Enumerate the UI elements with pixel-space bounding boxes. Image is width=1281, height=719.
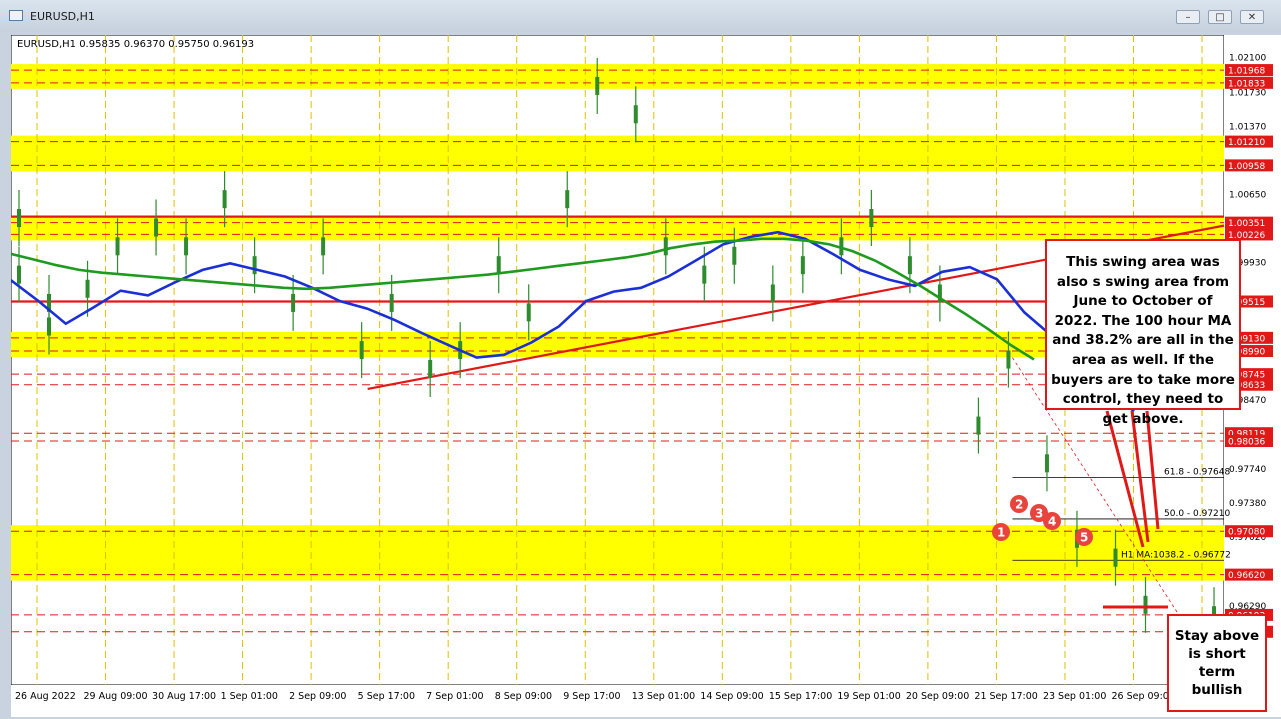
level-label: 1.01968 bbox=[1228, 67, 1265, 77]
candle-body bbox=[770, 284, 775, 303]
candle-body bbox=[428, 359, 433, 378]
x-tick-label: 26 Sep 09:00 bbox=[1111, 691, 1174, 702]
candle-body bbox=[976, 416, 981, 435]
candle-body bbox=[222, 190, 227, 209]
y-tick-label: 1.02100 bbox=[1229, 54, 1266, 64]
candle-body bbox=[595, 76, 600, 95]
wave-marker-label: 3 bbox=[1035, 507, 1043, 521]
resistance-zone bbox=[11, 135, 1224, 172]
resistance-zone bbox=[11, 331, 1224, 358]
chart-header: EURUSD,H1 0.95835 0.96370 0.95750 0.9619… bbox=[17, 39, 254, 50]
candle-body bbox=[565, 190, 570, 209]
candle-body bbox=[907, 256, 912, 275]
x-tick-label: 30 Aug 17:00 bbox=[152, 691, 216, 702]
candle-body bbox=[252, 256, 257, 275]
candle-body bbox=[702, 265, 707, 284]
candle-body bbox=[154, 218, 159, 237]
restore-button[interactable]: □ bbox=[1208, 10, 1232, 24]
resistance-zone bbox=[11, 525, 1224, 581]
y-tick-label: 1.01730 bbox=[1229, 89, 1266, 99]
candle-body bbox=[321, 237, 326, 256]
candle-body bbox=[291, 293, 296, 312]
y-tick-label: 0.97380 bbox=[1229, 499, 1266, 509]
window-titlebar: EURUSD,H1 – □ ✕ bbox=[0, 0, 1281, 32]
level-label: 0.97080 bbox=[1228, 528, 1265, 538]
x-tick-label: 9 Sep 17:00 bbox=[563, 691, 620, 702]
candle-body bbox=[115, 237, 120, 256]
candle-body bbox=[526, 303, 531, 322]
resistance-zone bbox=[11, 216, 1224, 241]
candle-body bbox=[1113, 548, 1118, 567]
candle-body bbox=[1143, 595, 1148, 614]
x-tick-label: 2 Sep 09:00 bbox=[289, 691, 346, 702]
y-tick-label: 0.97740 bbox=[1229, 465, 1266, 475]
x-tick-label: 8 Sep 09:00 bbox=[495, 691, 552, 702]
candle-body bbox=[496, 256, 501, 275]
swing-area-callout: This swing area was also s swing area fr… bbox=[1045, 239, 1241, 427]
window-title: EURUSD,H1 bbox=[30, 10, 95, 23]
resistance-zone bbox=[11, 64, 1224, 89]
fib-level-label: H1 MA:1038.2 - 0.96772 bbox=[1121, 550, 1231, 560]
candle-body bbox=[17, 209, 21, 228]
y-tick-label: 1.00650 bbox=[1229, 190, 1266, 200]
fib-level-label: 50.0 - 0.97210 bbox=[1164, 509, 1230, 519]
level-label: 1.00351 bbox=[1228, 219, 1265, 229]
minimize-button[interactable]: – bbox=[1176, 10, 1200, 24]
close-button[interactable]: ✕ bbox=[1240, 10, 1264, 24]
level-label: 1.01833 bbox=[1228, 79, 1265, 89]
wave-marker-label: 5 bbox=[1080, 531, 1088, 545]
candle-body bbox=[359, 341, 364, 360]
x-tick-label: 23 Sep 01:00 bbox=[1043, 691, 1106, 702]
wave-marker-label: 1 bbox=[997, 526, 1005, 540]
candle-body bbox=[389, 293, 394, 312]
x-tick-label: 15 Sep 17:00 bbox=[769, 691, 832, 702]
level-label: 0.98036 bbox=[1228, 438, 1265, 448]
y-tick-label: 1.01370 bbox=[1229, 123, 1266, 133]
x-tick-label: 5 Sep 17:00 bbox=[358, 691, 415, 702]
candle-body bbox=[85, 279, 90, 298]
candle-body bbox=[800, 256, 805, 275]
level-label: 1.01210 bbox=[1228, 138, 1265, 148]
candle-body bbox=[47, 317, 51, 336]
candle-body bbox=[17, 265, 21, 284]
plot-background bbox=[11, 35, 1225, 686]
level-label: 0.96620 bbox=[1228, 571, 1265, 581]
chart-window-icon bbox=[9, 10, 23, 21]
x-tick-label: 19 Sep 01:00 bbox=[837, 691, 900, 702]
wave-marker-label: 4 bbox=[1048, 515, 1056, 529]
x-tick-label: 1 Sep 01:00 bbox=[221, 691, 278, 702]
candle-body bbox=[1044, 454, 1049, 473]
x-tick-label: 26 Aug 2022 bbox=[15, 691, 76, 702]
x-tick-label: 14 Sep 09:00 bbox=[700, 691, 763, 702]
fib-level-label: 61.8 - 0.97648 bbox=[1164, 468, 1230, 478]
candle-body bbox=[663, 237, 668, 256]
stay-above-callout: Stay above is short term bullish bbox=[1167, 614, 1267, 712]
x-tick-label: 7 Sep 01:00 bbox=[426, 691, 483, 702]
wave-marker-label: 2 bbox=[1015, 498, 1023, 512]
candle-body bbox=[869, 209, 874, 228]
x-tick-label: 21 Sep 17:00 bbox=[974, 691, 1037, 702]
candle-body bbox=[184, 237, 189, 256]
level-label: 1.00958 bbox=[1228, 162, 1265, 172]
x-tick-label: 29 Aug 09:00 bbox=[84, 691, 148, 702]
candle-body bbox=[732, 246, 737, 265]
x-tick-label: 20 Sep 09:00 bbox=[906, 691, 969, 702]
x-tick-label: 13 Sep 01:00 bbox=[632, 691, 695, 702]
candle-body bbox=[633, 105, 638, 124]
candle-body bbox=[1006, 350, 1011, 369]
